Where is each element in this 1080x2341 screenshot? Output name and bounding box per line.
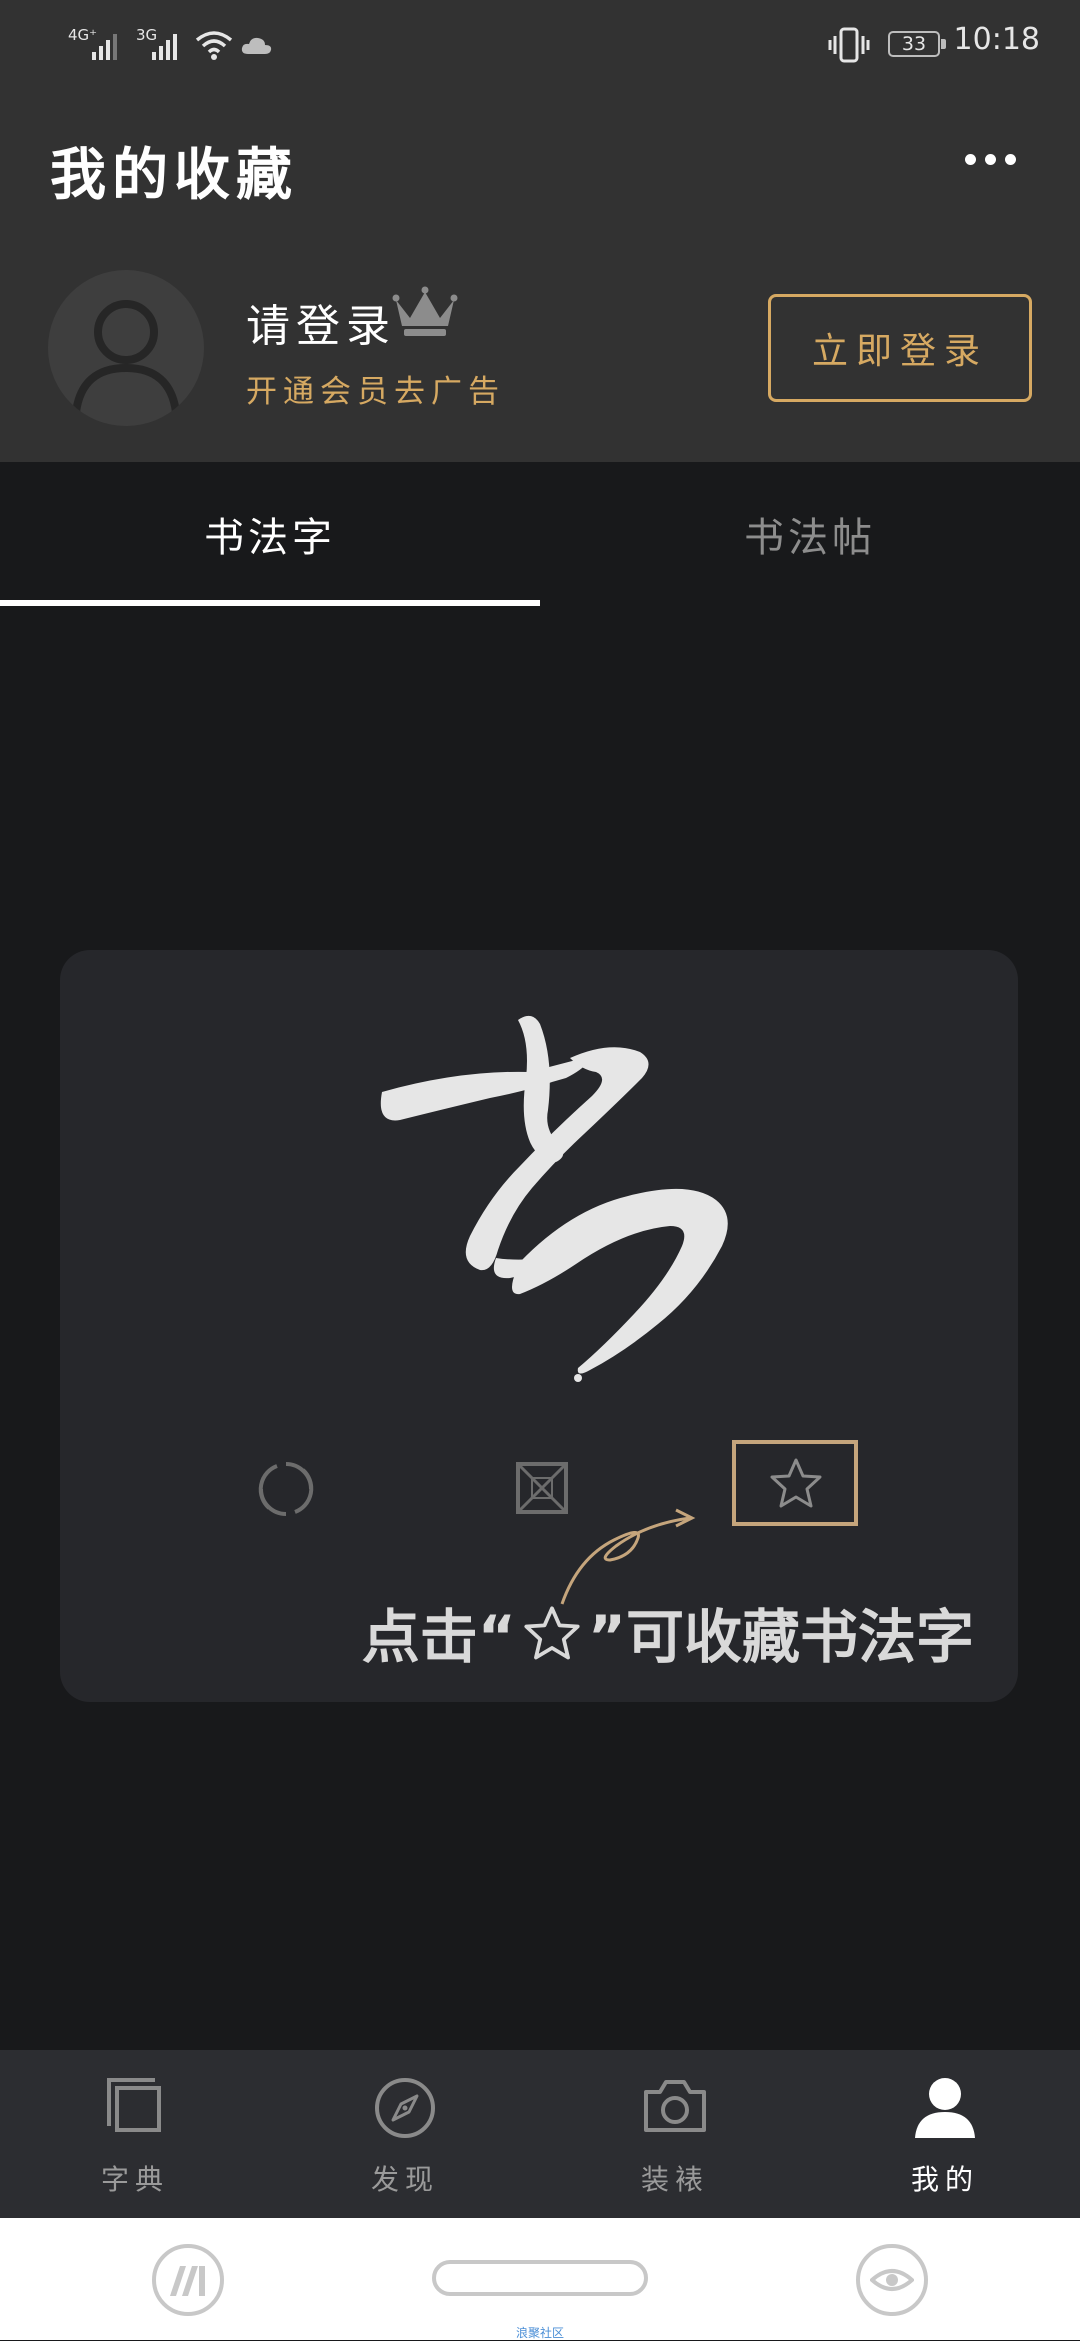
nav-label-dictionary: 字典 — [100, 2163, 169, 2196]
nav-item-discover[interactable]: 发现 — [270, 2050, 540, 2218]
hint-text-after: ”可收藏书法字 — [587, 1603, 974, 1671]
user-icon — [915, 2078, 975, 2138]
camera-icon — [644, 2080, 706, 2132]
battery-indicator: 33 — [888, 31, 946, 57]
system-assistant-button[interactable] — [856, 2244, 928, 2316]
hint-text-before: 点击“ — [361, 1603, 516, 1671]
system-navigation-bar: 浪聚社区 — [0, 2218, 1080, 2340]
nav-item-mounting[interactable]: 装裱 — [540, 2050, 810, 2218]
signal-icon — [92, 34, 117, 60]
action-icons-row — [60, 1440, 1018, 1605]
tab-bar: 书法字 书法帖 — [0, 462, 1080, 610]
system-app-icon[interactable] — [152, 2244, 224, 2316]
clock: 10:18 — [953, 22, 1040, 57]
wifi-icon — [195, 31, 233, 60]
avatar[interactable] — [48, 270, 204, 426]
favorite-hint: 点击“ ”可收藏书法字 — [60, 1590, 1018, 1678]
active-tab-indicator — [0, 600, 540, 606]
copy-icon — [107, 2078, 161, 2132]
tab-calligraphy-characters[interactable]: 书法字 — [0, 462, 540, 606]
signal-icon-2 — [152, 34, 177, 60]
login-prompt[interactable]: 请登录 — [246, 290, 396, 354]
more-menu-icon[interactable] — [965, 154, 1016, 165]
eye-icon — [870, 2269, 914, 2291]
empty-state-card: 点击“ ”可收藏书法字 — [60, 950, 1018, 1702]
vip-promo-text[interactable]: 开通会员去广告 — [246, 366, 505, 411]
tab-calligraphy-copybooks[interactable]: 书法帖 — [540, 462, 1080, 606]
nav-label-mounting: 装裱 — [640, 2163, 709, 2196]
refresh-icon — [258, 1462, 314, 1516]
login-button[interactable]: 立即登录 — [768, 294, 1032, 402]
favorite-button-highlight — [732, 1440, 858, 1526]
profile-header: 我的收藏 请登录 开通会员去广告 立即登录 — [0, 90, 1080, 462]
page-title: 我的收藏 — [50, 143, 298, 208]
watermark-text: 浪聚社区 — [515, 2326, 564, 2340]
app-logo-icon — [170, 2266, 205, 2296]
nav-item-mine[interactable]: 我的 — [810, 2050, 1080, 2218]
nav-item-dictionary[interactable]: 字典 — [0, 2050, 270, 2218]
nav-label-mine: 我的 — [910, 2163, 979, 2196]
crown-icon — [392, 286, 458, 336]
bottom-nav: 字典 发现 装裱 我的 — [0, 2050, 1080, 2218]
compass-icon — [375, 2078, 435, 2138]
home-gesture-pill[interactable] — [432, 2260, 648, 2296]
status-bar: 4G⁺ 3G 33 10:18 — [0, 0, 1080, 90]
nav-label-discover: 发现 — [370, 2163, 439, 2196]
cloud-icon — [241, 37, 272, 54]
user-silhouette-icon — [72, 300, 180, 413]
calligraphy-sample-image — [380, 1015, 728, 1382]
hint-star-icon — [522, 1604, 582, 1678]
vibrate-icon — [828, 27, 870, 63]
star-icon — [770, 1458, 822, 1508]
